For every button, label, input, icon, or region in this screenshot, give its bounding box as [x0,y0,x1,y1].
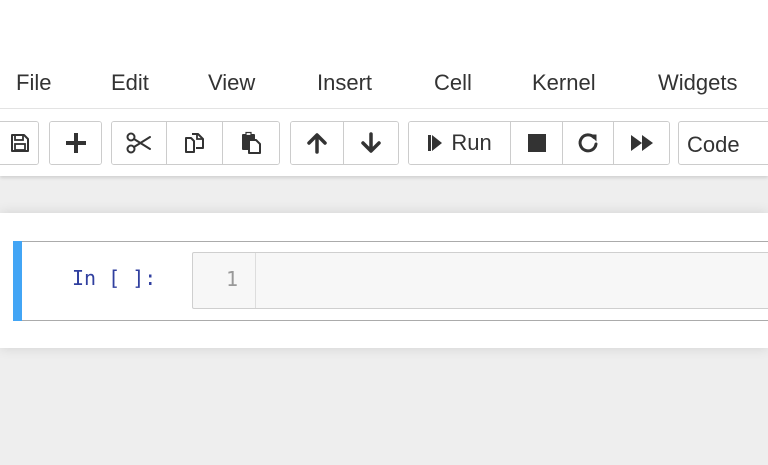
save-button[interactable] [0,122,38,164]
fast-forward-icon [630,135,653,151]
arrow-down-icon [361,132,381,153]
paste-button[interactable] [222,122,279,164]
menu-view[interactable]: View [208,70,255,96]
code-cell[interactable]: In [ ]: 1 [13,241,768,321]
menu-kernel[interactable]: Kernel [532,70,596,96]
notebook-container: In [ ]: 1 [0,213,768,348]
move-cell-down-button[interactable] [344,122,398,164]
cell-type-selected-value: Code [687,132,740,157]
edit-button-group [111,121,280,165]
run-button-group: Run [408,121,670,165]
restart-run-all-button[interactable] [614,122,669,164]
paste-icon [241,131,261,154]
copy-icon [184,133,204,153]
toolbar: Run Code [0,121,768,167]
menu-insert[interactable]: Insert [317,70,372,96]
cell-type-select[interactable]: Code [678,121,768,165]
save-icon [10,134,29,152]
cell-selected-indicator [13,241,22,321]
step-forward-icon [428,135,443,151]
menu-file[interactable]: File [16,70,51,96]
line-number-gutter: 1 [193,253,256,308]
arrow-up-icon [307,133,327,154]
cut-button[interactable] [112,122,168,164]
insert-cell-below-button[interactable] [50,122,101,164]
notebook-header: File Edit View Insert Cell Kernel Widget… [0,0,768,176]
copy-button[interactable] [167,122,223,164]
input-prompt: In [ ]: [72,266,157,290]
menu-widgets[interactable]: Widgets [658,70,737,96]
menu-cell[interactable]: Cell [434,70,472,96]
move-button-group [290,121,399,165]
move-cell-up-button[interactable] [291,122,345,164]
menubar: File Edit View Insert Cell Kernel Widget… [0,58,768,109]
line-number: 1 [225,267,238,291]
restart-kernel-button[interactable] [562,122,615,164]
refresh-icon [578,133,598,153]
stop-icon [527,134,546,152]
plus-icon [65,133,86,153]
jupyter-notebook-window: File Edit View Insert Cell Kernel Widget… [0,0,768,465]
interrupt-kernel-button[interactable] [511,122,563,164]
run-button-label: Run [451,130,492,155]
run-button[interactable]: Run [409,122,512,164]
save-button-group [0,121,39,165]
insert-button-group [49,121,102,165]
menu-edit[interactable]: Edit [111,70,149,96]
code-editor[interactable]: 1 [192,252,768,309]
scissors-icon [126,132,152,154]
